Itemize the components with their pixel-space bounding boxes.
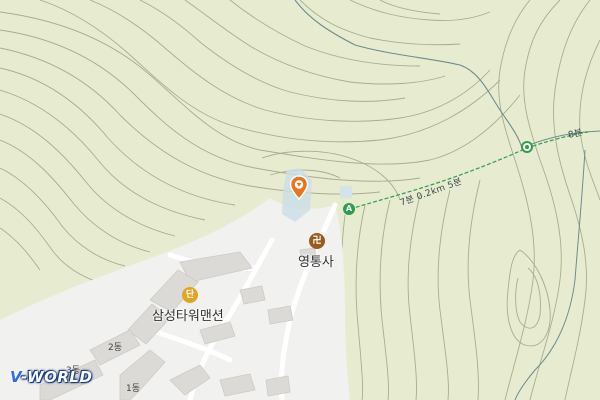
temple-label[interactable]: 영통사 xyxy=(298,251,334,270)
logo-prefix: V xyxy=(10,368,22,386)
pond xyxy=(340,186,352,198)
logo-text: -WORLD xyxy=(21,368,93,386)
building-label: 1동 xyxy=(126,384,141,394)
map-view[interactable]: A 7분 0.2km 5분 8분 卍 영통사 단 삼성타워맨션 2동 3동 1동… xyxy=(0,0,600,400)
trail-start-icon[interactable]: A xyxy=(343,203,355,215)
apartment-icon[interactable]: 단 xyxy=(182,287,198,303)
apartment-label[interactable]: 삼성타워맨션 xyxy=(152,305,224,324)
temple-icon[interactable]: 卍 xyxy=(309,233,325,249)
building-label: 2동 xyxy=(108,343,123,353)
vworld-logo: V-WORLD xyxy=(10,368,92,386)
trail-node-icon[interactable] xyxy=(521,141,533,153)
location-pin-icon[interactable] xyxy=(289,175,309,201)
